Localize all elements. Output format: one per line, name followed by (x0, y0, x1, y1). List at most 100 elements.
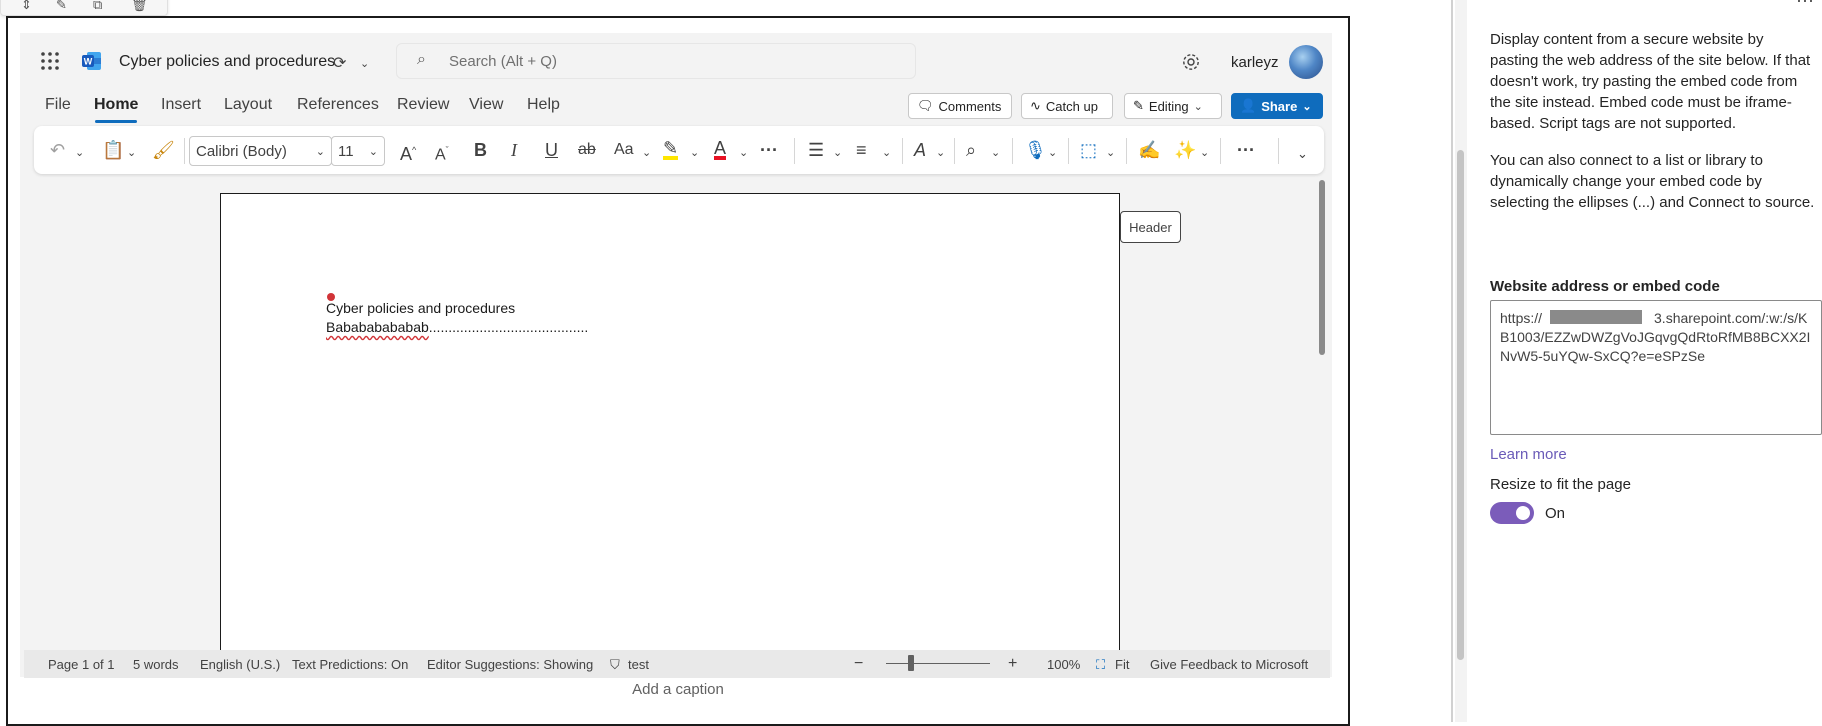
align-chevron-icon[interactable]: ⌄ (882, 143, 891, 163)
settings-gear-icon[interactable] (1181, 52, 1201, 72)
pencil-icon: ✎ (1133, 98, 1144, 113)
panel-connect-description: You can also connect to a list or librar… (1490, 152, 1815, 211)
chevron-down-icon: ⌄ (368, 145, 378, 158)
page-count[interactable]: Page 1 of 1 (48, 657, 115, 672)
font-name-dropdown[interactable]: Calibri (Body) ⌄ (189, 136, 332, 166)
paste-icon[interactable]: 📋 (102, 140, 124, 160)
editor-icon[interactable]: ✍ (1138, 140, 1160, 160)
zoom-level[interactable]: 100% (1047, 657, 1080, 672)
avatar[interactable] (1289, 45, 1323, 79)
user-name[interactable]: karleyz (1231, 54, 1279, 71)
tab-layout[interactable]: Layout (224, 96, 272, 114)
highlight-chevron-icon[interactable]: ⌄ (690, 143, 699, 163)
search-box[interactable]: ⌕ Search (Alt + Q) (396, 43, 916, 79)
bold-button[interactable]: B (474, 140, 487, 160)
tab-help[interactable]: Help (527, 96, 560, 114)
tab-view[interactable]: View (469, 96, 503, 114)
underline-button[interactable]: U (545, 140, 558, 160)
dictate-microphone-icon[interactable]: 🎙 (1024, 140, 1047, 160)
sensitivity-icon[interactable]: ⬚ (1080, 140, 1097, 160)
word-count[interactable]: 5 words (133, 657, 179, 672)
misspelled-word[interactable]: Babababababab (326, 319, 429, 335)
dictate-chevron-icon[interactable]: ⌄ (1048, 143, 1057, 163)
designer-magic-icon[interactable]: ✨ (1174, 140, 1196, 160)
document-body[interactable]: Cyber policies and procedures Bababababa… (326, 299, 588, 337)
designer-chevron-icon[interactable]: ⌄ (1200, 143, 1209, 163)
move-icon[interactable]: ⇕ (21, 0, 32, 13)
edit-icon[interactable]: ✎ (56, 0, 67, 13)
panel-description: Display content from a secure website by… (1490, 31, 1811, 132)
header-tag[interactable]: Header (1120, 211, 1181, 243)
tab-home[interactable]: Home (94, 96, 138, 114)
share-button[interactable]: 👤 Share ⌄ (1231, 93, 1323, 119)
expand-ribbon-icon[interactable]: ⌄ (1297, 144, 1308, 164)
font-size-value: 11 (338, 142, 354, 160)
sensitivity-label[interactable]: test (628, 657, 649, 672)
panel-scrollbar[interactable] (1457, 150, 1464, 660)
tab-insert[interactable]: Insert (161, 96, 201, 114)
change-case-button[interactable]: Aa (614, 140, 634, 160)
styles-chevron-icon[interactable]: ⌄ (936, 143, 945, 163)
zoom-slider[interactable] (886, 663, 990, 664)
fit-icon[interactable]: ⛶ (1096, 657, 1105, 673)
delete-icon[interactable]: 🗑 (131, 0, 148, 13)
doc-line-title[interactable]: Cyber policies and procedures (326, 299, 588, 318)
embed-field-label: Website address or embed code (1490, 278, 1720, 295)
chevron-down-icon: ⌄ (1193, 100, 1203, 113)
shrink-font-icon[interactable]: Aˇ (435, 140, 449, 165)
more-options-icon[interactable]: ··· (1796, 0, 1814, 11)
autosave-icon[interactable]: ⟳ (333, 53, 346, 73)
more-options-icon[interactable]: ··· (1237, 140, 1255, 160)
text-predictions-status[interactable]: Text Predictions: On (292, 657, 408, 672)
embed-code-input[interactable]: https:// 3.sharepoint.com/:w:/s/KB1003/E… (1490, 300, 1822, 435)
fit-label[interactable]: Fit (1115, 657, 1129, 672)
format-painter-icon[interactable]: 🖌 (152, 140, 175, 160)
styles-icon[interactable]: A (914, 140, 926, 160)
font-size-dropdown[interactable]: 11 ⌄ (331, 136, 385, 166)
undo-chevron-icon[interactable]: ⌄ (75, 143, 84, 163)
tab-review[interactable]: Review (397, 96, 449, 114)
caption-field[interactable]: Add a caption (0, 681, 1356, 698)
italic-button[interactable]: I (511, 140, 517, 160)
language-status[interactable]: English (U.S.) (200, 657, 280, 672)
change-case-chevron-icon[interactable]: ⌄ (642, 143, 651, 163)
feedback-link[interactable]: Give Feedback to Microsoft (1150, 657, 1308, 672)
zoom-in-icon[interactable]: + (1008, 655, 1017, 673)
search-placeholder: Search (Alt + Q) (449, 53, 557, 70)
font-name-value: Calibri (Body) (196, 142, 287, 160)
undo-icon[interactable]: ↶ (50, 140, 65, 160)
find-icon[interactable]: ⌕ (966, 140, 976, 160)
strikethrough-button[interactable]: ab (578, 140, 596, 160)
catch-up-label: Catch up (1045, 98, 1098, 114)
duplicate-icon[interactable]: ⧉ (93, 0, 102, 13)
document-title[interactable]: Cyber policies and procedures (119, 53, 335, 71)
tab-references[interactable]: References (297, 96, 379, 114)
learn-more-link[interactable]: Learn more (1490, 446, 1567, 463)
grow-font-icon[interactable]: A^ (400, 140, 416, 164)
tab-file[interactable]: File (45, 96, 71, 114)
font-color-chevron-icon[interactable]: ⌄ (739, 143, 748, 163)
doc-line-2[interactable]: Babababababab...........................… (326, 318, 588, 337)
zoom-slider-thumb[interactable] (907, 655, 914, 671)
bullets-icon[interactable]: ☰ (808, 140, 824, 160)
comments-button[interactable]: 🗨 Comments (908, 93, 1012, 119)
bullets-chevron-icon[interactable]: ⌄ (833, 143, 842, 163)
catch-up-button[interactable]: ∿ Catch up (1021, 93, 1113, 119)
document-page[interactable] (220, 193, 1120, 653)
resize-toggle-knob[interactable] (1516, 506, 1530, 520)
align-icon[interactable]: ≡ (856, 140, 867, 160)
font-color-icon[interactable]: A (714, 139, 727, 160)
more-font-options-icon[interactable]: ··· (760, 140, 778, 160)
sensitivity-chevron-icon[interactable]: ⌄ (1106, 143, 1115, 163)
editing-mode-button[interactable]: ✎ Editing ⌄ (1124, 93, 1222, 119)
active-tab-indicator (95, 120, 137, 123)
zoom-out-icon[interactable]: − (854, 655, 863, 673)
document-scrollbar[interactable] (1319, 180, 1325, 355)
editor-suggestions-status[interactable]: Editor Suggestions: Showing (427, 657, 593, 672)
paste-chevron-icon[interactable]: ⌄ (127, 143, 136, 163)
title-chevron-down-icon[interactable]: ⌄ (360, 57, 369, 70)
search-icon: ⌕ (417, 51, 426, 68)
find-chevron-icon[interactable]: ⌄ (991, 143, 1000, 163)
highlight-icon[interactable]: ✎ (663, 139, 679, 160)
app-launcher-icon[interactable] (40, 51, 60, 71)
